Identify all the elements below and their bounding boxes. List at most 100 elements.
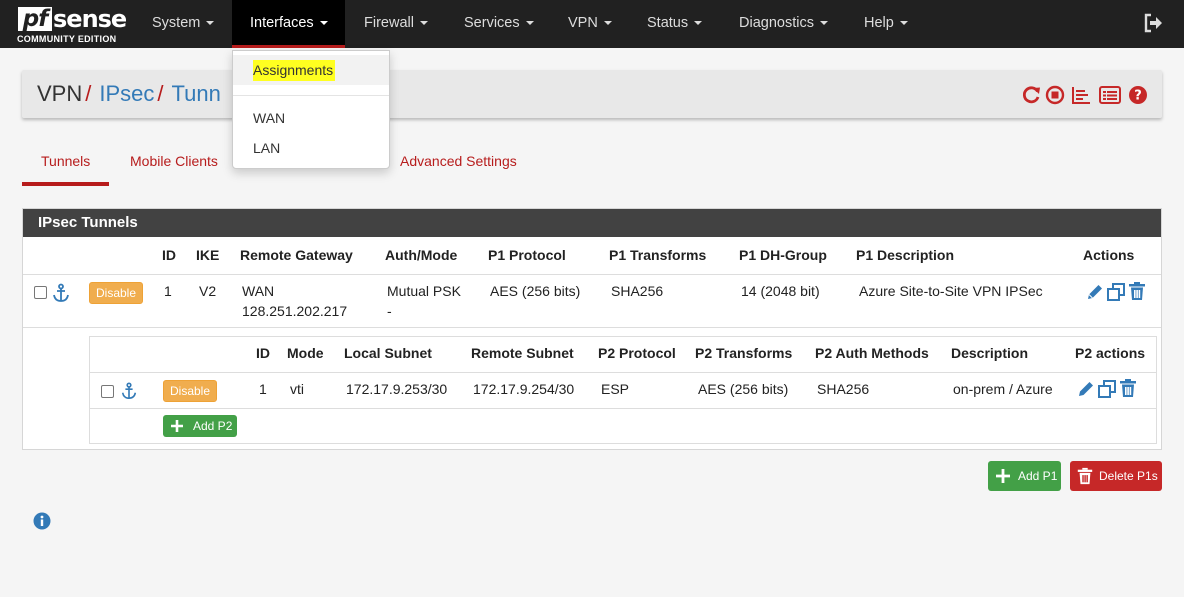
row-divider [23, 327, 1161, 328]
p2-col-actions: P2 actions [1075, 345, 1146, 361]
caret-down-icon [319, 21, 328, 26]
col-remote-gateway: Remote Gateway [240, 247, 353, 263]
p1-auth-mode: Mutual PSK [387, 283, 461, 299]
nav-vpn[interactable]: VPN [556, 0, 624, 48]
p2-local-subnet: 172.17.9.253/30 [346, 381, 448, 397]
logo-mark: pf [18, 7, 52, 31]
breadcrumb-ipsec[interactable]: IPsec [99, 81, 154, 106]
p2-col-remote-subnet: Remote Subnet [471, 345, 574, 361]
p1-auth-mode-extra: - [387, 303, 392, 319]
col-p1-dh-group: P1 DH-Group [739, 247, 827, 263]
p2-id: 1 [259, 381, 267, 397]
breadcrumb-panel: VPN / IPsec / Tunn ? [22, 70, 1162, 118]
nav-system[interactable]: System [140, 0, 226, 48]
p2-select-checkbox[interactable] [101, 385, 114, 398]
p1-id: 1 [164, 283, 172, 299]
col-ike: IKE [196, 247, 220, 263]
col-p1-transforms: P1 Transforms [609, 247, 707, 263]
col-auth-mode: Auth/Mode [385, 247, 458, 263]
stop-icon[interactable] [1044, 84, 1066, 106]
nav-services[interactable]: Services [452, 0, 546, 48]
nav-firewall[interactable]: Firewall [352, 0, 440, 48]
trash-icon[interactable] [1118, 378, 1138, 398]
plus-icon [171, 420, 183, 432]
plus-icon [996, 469, 1010, 483]
menu-item-assignments[interactable]: Assignments [233, 55, 389, 85]
p2-description: on-prem / Azure [953, 381, 1053, 397]
chart-icon[interactable] [1070, 84, 1092, 106]
p2-protocol: ESP [601, 381, 630, 397]
svg-text:?: ? [1134, 89, 1142, 104]
nav-help[interactable]: Help [852, 0, 920, 48]
p2-transforms: AES (256 bits) [698, 381, 789, 397]
info-icon[interactable] [33, 512, 51, 530]
ipsec-tunnels-panel: IPsec Tunnels ID IKE Remote Gateway Auth… [22, 208, 1162, 450]
p1-ike: V2 [199, 283, 217, 299]
p2-row-divider [90, 408, 1156, 409]
p2-col-id: ID [256, 345, 270, 361]
phase2-table: ID Mode Local Subnet Remote Subnet P2 Pr… [89, 336, 1157, 444]
list-icon[interactable] [1098, 84, 1122, 106]
caret-down-icon [899, 21, 908, 26]
nav-diagnostics[interactable]: Diagnostics [727, 0, 840, 48]
menu-item-wan[interactable]: WAN [233, 103, 389, 133]
interfaces-dropdown-menu: Assignments WAN LAN [232, 50, 390, 169]
p2-remote-subnet: 172.17.9.254/30 [473, 381, 575, 397]
logo-edition: COMMUNITY EDITION [17, 34, 117, 44]
col-id: ID [162, 247, 176, 263]
menu-divider [233, 95, 389, 96]
p1-protocol: AES (256 bits) [490, 283, 581, 299]
reload-icon[interactable] [1020, 84, 1042, 106]
tab-tunnels[interactable]: Tunnels [41, 153, 90, 169]
breadcrumb: VPN / IPsec / Tunn [37, 81, 221, 106]
add-p2-button[interactable]: Add P2 [163, 415, 237, 437]
header-divider [23, 274, 1161, 275]
breadcrumb-tunnels[interactable]: Tunn [172, 81, 221, 106]
p2-col-local-subnet: Local Subnet [344, 345, 432, 361]
p1-remote-gateway-interface: WAN [242, 283, 275, 299]
col-p1-description: P1 Description [856, 247, 955, 263]
tab-advanced-settings[interactable]: Advanced Settings [400, 153, 517, 169]
p1-description: Azure Site-to-Site VPN IPSec [859, 283, 1043, 299]
p2-header-divider [90, 372, 1156, 373]
p2-col-description: Description [951, 345, 1029, 361]
p2-col-auth-methods: P2 Auth Methods [815, 345, 929, 361]
navbar: pf sense COMMUNITY EDITION System Interf… [0, 0, 1184, 48]
logout-icon[interactable] [1142, 12, 1164, 34]
p2-col-protocol: P2 Protocol [598, 345, 676, 361]
tab-mobile-clients[interactable]: Mobile Clients [130, 153, 218, 169]
menu-item-lan[interactable]: LAN [233, 133, 389, 163]
trash-icon[interactable] [1127, 281, 1147, 301]
nav-interfaces[interactable]: Interfaces [232, 0, 345, 48]
p2-disable-button[interactable]: Disable [163, 380, 218, 402]
caret-down-icon [694, 21, 703, 26]
p1-select-checkbox[interactable] [34, 286, 47, 299]
p2-auth-methods: SHA256 [817, 381, 870, 397]
add-p1-button[interactable]: Add P1 [988, 461, 1061, 491]
caret-down-icon [206, 21, 215, 26]
pfsense-logo[interactable]: pf sense COMMUNITY EDITION [14, 5, 127, 45]
help-icon[interactable]: ? [1127, 84, 1149, 106]
caret-down-icon [603, 21, 612, 26]
col-actions: Actions [1083, 247, 1135, 263]
p1-disable-button[interactable]: Disable [89, 282, 144, 304]
copy-icon[interactable] [1106, 282, 1126, 302]
caret-down-icon [819, 21, 828, 26]
edit-pencil-icon[interactable] [1076, 379, 1096, 399]
nav-status[interactable]: Status [635, 0, 714, 48]
copy-icon[interactable] [1097, 379, 1117, 399]
anchor-icon[interactable] [120, 382, 138, 400]
tab-active-indicator [22, 182, 109, 186]
p2-col-transforms: P2 Transforms [695, 345, 793, 361]
p2-mode: vti [290, 381, 304, 397]
p1-dh-group: 14 (2048 bit) [741, 283, 820, 299]
caret-down-icon [419, 21, 428, 26]
col-p1-protocol: P1 Protocol [488, 247, 566, 263]
caret-down-icon [525, 21, 534, 26]
panel-title: IPsec Tunnels [23, 209, 1161, 237]
anchor-icon[interactable] [51, 283, 71, 303]
p1-transforms: SHA256 [611, 283, 664, 299]
edit-pencil-icon[interactable] [1085, 282, 1105, 302]
delete-p1s-button[interactable]: Delete P1s [1070, 461, 1162, 491]
logo-word: sense [53, 5, 127, 33]
